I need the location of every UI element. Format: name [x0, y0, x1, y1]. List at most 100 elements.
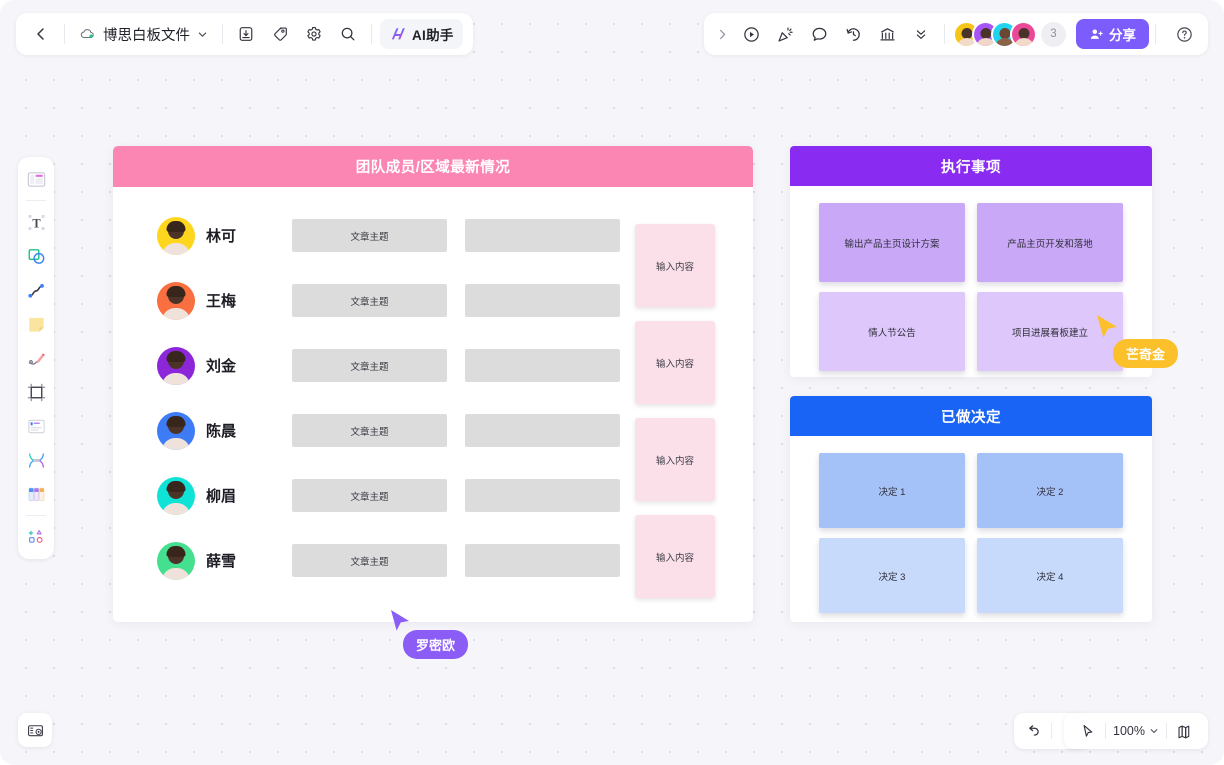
tag-button[interactable]	[263, 17, 297, 51]
panel-title: 已做决定	[941, 409, 1001, 426]
secondary-cell[interactable]	[465, 349, 620, 382]
secondary-cell[interactable]	[465, 219, 620, 252]
chevron-down-icon	[198, 31, 207, 37]
divider	[64, 24, 65, 44]
present-button[interactable]	[734, 17, 768, 51]
ai-sparkle-icon	[391, 28, 405, 40]
top-toolbar-left: 博思白板文件 AI助手	[16, 13, 473, 55]
avatar-body	[162, 242, 190, 255]
cursor-label: 芒奇金	[1113, 339, 1179, 368]
divider	[222, 24, 223, 44]
file-name-label: 博思白板文件	[103, 27, 190, 44]
collaborator-avatars: 3	[953, 20, 1066, 48]
sticky-card[interactable]: 决定 2	[977, 453, 1123, 528]
pointer-tool-button[interactable]	[1072, 716, 1102, 746]
chevron-right-icon	[719, 29, 725, 39]
tool-pen[interactable]	[21, 342, 51, 374]
board-title: 团队成员/区域最新情况	[355, 160, 511, 176]
avatar[interactable]	[1010, 20, 1037, 48]
sticky-note[interactable]: 输入内容	[635, 321, 715, 404]
more-button[interactable]	[904, 17, 938, 51]
divider	[26, 515, 46, 516]
divider	[944, 24, 945, 44]
sticky-card[interactable]: 输出产品主页设计方案	[819, 203, 965, 282]
panel-header: 执行事项	[790, 146, 1152, 186]
download-button[interactable]	[229, 17, 263, 51]
tool-crop[interactable]	[21, 376, 51, 408]
sticky-card[interactable]: 决定 1	[819, 453, 965, 528]
settings-button[interactable]	[297, 17, 331, 51]
tool-more-shapes[interactable]	[21, 521, 51, 553]
tool-sticky-note[interactable]	[21, 308, 51, 340]
secondary-cell[interactable]	[465, 479, 620, 512]
zoom-group: 100%	[1064, 713, 1208, 749]
zoom-level-selector[interactable]: 100%	[1109, 724, 1163, 738]
member-cell: 刘金	[157, 346, 275, 385]
topic-cell[interactable]: 文章主题	[292, 349, 447, 382]
search-button[interactable]	[331, 17, 365, 51]
ai-assistant-button[interactable]: AI助手	[380, 19, 463, 49]
topic-cell[interactable]: 文章主题	[292, 414, 447, 447]
divider	[1051, 723, 1052, 739]
divider	[1166, 723, 1167, 739]
comment-button[interactable]	[802, 17, 836, 51]
cloud-sync-icon	[80, 28, 94, 38]
notes-column: 输入内容 输入内容 输入内容 输入内容	[635, 224, 715, 612]
sticky-card[interactable]: 产品主页开发和落地	[977, 203, 1123, 282]
avatar-body	[162, 372, 190, 385]
avatar	[157, 411, 195, 450]
sticky-card[interactable]: 决定 3	[819, 538, 965, 613]
avatar-hair	[166, 351, 186, 363]
member-name: 陈晨	[206, 423, 237, 440]
tool-text[interactable]: T	[21, 206, 51, 238]
topic-cell[interactable]: 文章主题	[292, 544, 447, 577]
expand-button[interactable]	[710, 17, 734, 51]
play-circle-icon	[743, 26, 759, 42]
file-name-chip[interactable]: 博思白板文件	[71, 17, 216, 51]
celebrate-button[interactable]	[768, 17, 802, 51]
tool-card[interactable]	[21, 410, 51, 442]
sticky-card[interactable]: 决定 4	[977, 538, 1123, 613]
tool-frame[interactable]	[21, 163, 51, 195]
back-button[interactable]	[24, 17, 58, 51]
svg-text:T: T	[32, 216, 41, 230]
tool-kanban[interactable]	[21, 478, 51, 510]
plus-shapes-icon	[28, 529, 43, 543]
sticky-card[interactable]: 情人节公告	[819, 292, 965, 371]
sticky-note[interactable]: 输入内容	[635, 224, 715, 307]
tool-shape[interactable]	[21, 240, 51, 272]
secondary-cell[interactable]	[465, 544, 620, 577]
tool-connector[interactable]	[21, 274, 51, 306]
panel-title: 执行事项	[941, 159, 1001, 176]
decisions-panel[interactable]: 已做决定 决定 1 决定 2 决定 3 决定 4	[790, 396, 1152, 622]
history-button[interactable]	[836, 17, 870, 51]
text-t-icon: T	[27, 214, 45, 230]
collaborator-overflow-count[interactable]: 3	[1041, 21, 1066, 47]
undo-button[interactable]	[1018, 716, 1048, 746]
help-button[interactable]	[1168, 17, 1200, 51]
card-list-icon	[27, 419, 45, 433]
secondary-cell[interactable]	[465, 284, 620, 317]
divider	[371, 24, 372, 44]
bank-icon	[879, 27, 895, 40]
topic-cell[interactable]: 文章主题	[292, 284, 447, 317]
cursor-label: 罗密欧	[403, 630, 469, 659]
avatar-hair	[166, 481, 186, 493]
media-panel-button[interactable]	[18, 713, 52, 747]
tool-mindmap[interactable]	[21, 444, 51, 476]
avatar-body	[162, 307, 190, 320]
topic-cell[interactable]: 文章主题	[292, 479, 447, 512]
member-cell: 王梅	[157, 281, 275, 320]
secondary-cell[interactable]	[465, 414, 620, 447]
undo-arrow-icon	[1028, 724, 1039, 736]
minimap-book-icon	[1177, 725, 1189, 738]
sticky-note[interactable]: 输入内容	[635, 515, 715, 598]
minimap-button[interactable]	[1170, 716, 1200, 746]
divider	[1155, 24, 1156, 44]
template-button[interactable]	[870, 17, 904, 51]
sticky-note[interactable]: 输入内容	[635, 418, 715, 501]
avatar	[157, 281, 195, 320]
share-button[interactable]: 分享	[1076, 19, 1149, 49]
topic-cell[interactable]: 文章主题	[292, 219, 447, 252]
avatar-hair	[166, 416, 186, 428]
